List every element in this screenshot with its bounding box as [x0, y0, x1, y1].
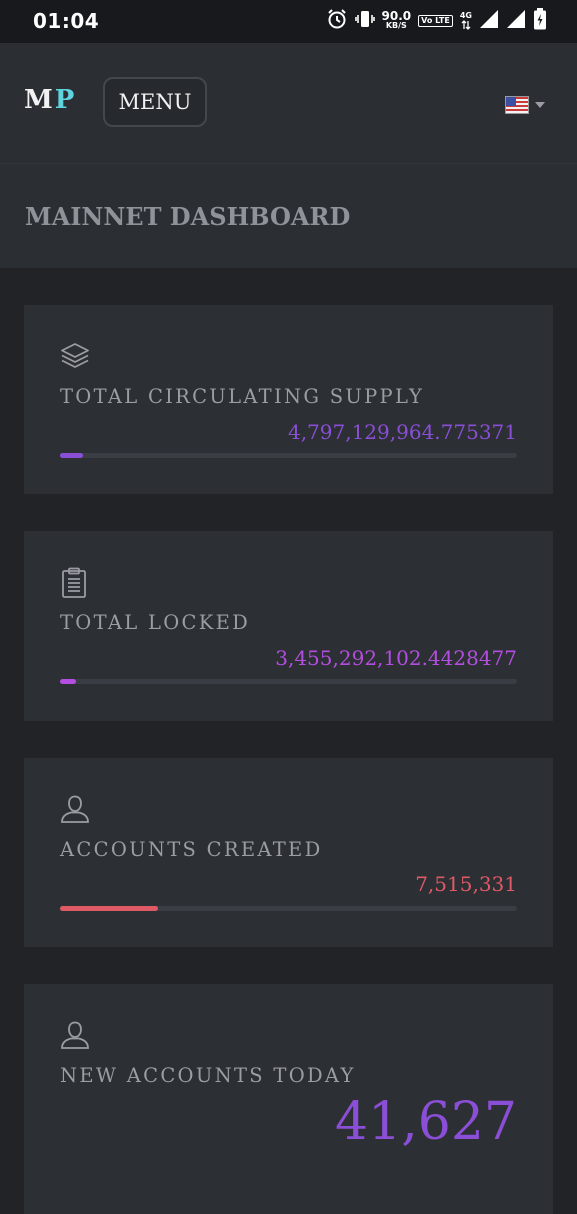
menu-button[interactable]: MENU — [103, 77, 207, 127]
status-bar: 01:04 90.0 KB/S Vo LTE 4G — [0, 0, 577, 43]
chevron-down-icon — [535, 102, 545, 108]
progress-track — [60, 679, 517, 684]
logo-letter-p: P — [54, 85, 77, 115]
status-icons: 90.0 KB/S Vo LTE 4G — [326, 8, 547, 34]
page-title-bar: MAINNET DASHBOARD — [0, 164, 577, 268]
language-selector[interactable] — [505, 96, 545, 114]
status-time: 01:04 — [33, 9, 100, 33]
layers-icon — [60, 341, 90, 375]
stat-card-circulating-supply: TOTAL CIRCULATING SUPPLY 4,797,129,964.7… — [24, 305, 553, 494]
stat-card-accounts-created: ACCOUNTS CREATED 7,515,331 — [24, 758, 553, 947]
user-icon — [60, 1020, 90, 1054]
stat-card-new-accounts-today: NEW ACCOUNTS TODAY 41,627 — [24, 984, 553, 1214]
stat-label: ACCOUNTS CREATED — [60, 838, 323, 861]
network-type: 4G — [459, 10, 472, 20]
stat-label: TOTAL CIRCULATING SUPPLY — [60, 385, 425, 408]
stat-label: NEW ACCOUNTS TODAY — [60, 1064, 356, 1087]
page-title: MAINNET DASHBOARD — [25, 202, 351, 231]
signal-icon-2 — [506, 9, 526, 33]
logo[interactable]: MP — [24, 85, 76, 115]
user-icon — [60, 794, 90, 828]
volte-badge: Vo LTE — [418, 15, 453, 27]
stat-value: 4,797,129,964.775371 — [287, 420, 517, 444]
progress-track — [60, 906, 517, 911]
signal-icon — [479, 9, 499, 33]
net-speed-unit: KB/S — [385, 21, 407, 30]
progress-fill — [60, 679, 76, 684]
progress-track — [60, 453, 517, 458]
logo-letter-m: M — [24, 85, 55, 115]
stat-value-large: 41,627 — [335, 1092, 517, 1152]
alarm-icon — [326, 8, 348, 34]
data-arrows-icon: 4G — [460, 11, 472, 32]
battery-charging-icon — [533, 8, 547, 34]
net-speed: 90.0 KB/S — [381, 9, 412, 30]
us-flag-icon — [505, 96, 529, 114]
app-header: MP MENU — [0, 43, 577, 164]
vibrate-icon — [354, 8, 375, 34]
progress-fill — [60, 453, 83, 458]
clipboard-icon — [60, 567, 90, 603]
stat-card-total-locked: TOTAL LOCKED 3,455,292,102.4428477 — [24, 531, 553, 721]
stat-value: 3,455,292,102.4428477 — [275, 646, 517, 670]
stat-value: 7,515,331 — [415, 872, 517, 896]
net-speed-value: 90.0 — [381, 9, 412, 23]
stat-label: TOTAL LOCKED — [60, 611, 251, 634]
progress-fill — [60, 906, 159, 911]
